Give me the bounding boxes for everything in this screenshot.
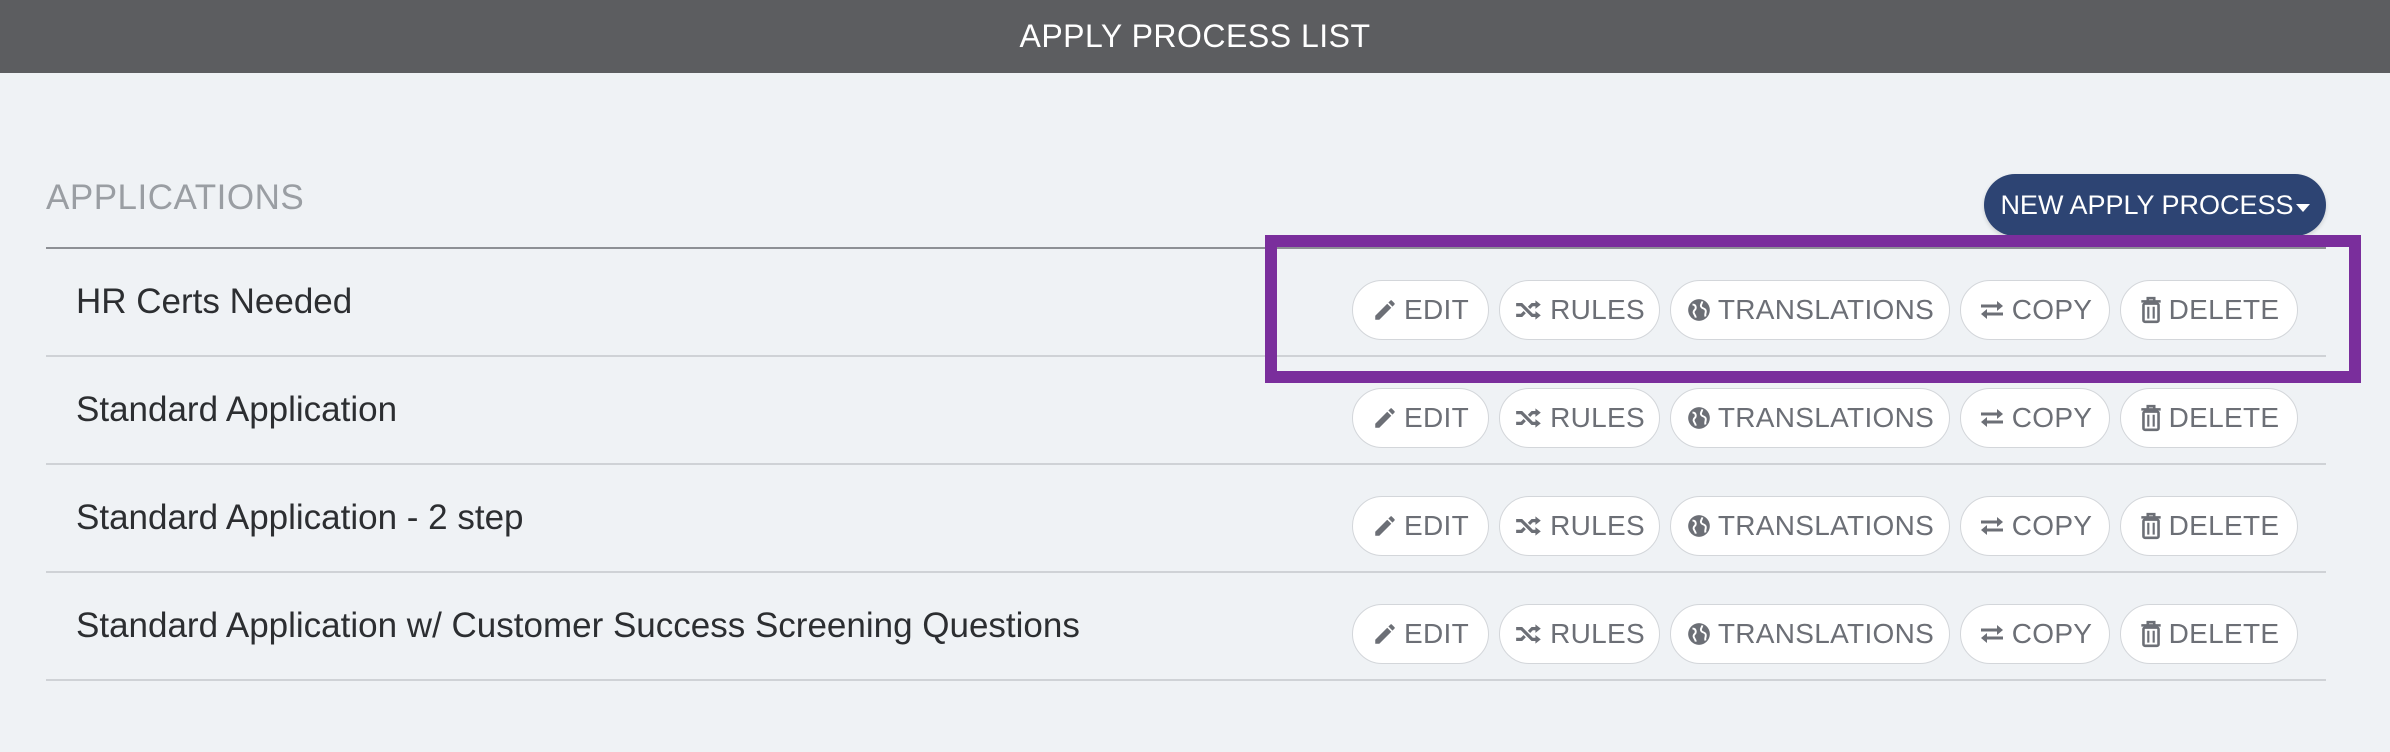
pencil-icon <box>1372 405 1398 431</box>
apply-process-name: Standard Application - 2 step <box>76 498 524 537</box>
delete-button[interactable]: DELETE <box>2120 604 2298 664</box>
globe-icon <box>1686 621 1712 647</box>
translations-button[interactable]: TRANSLATIONS <box>1670 280 1950 340</box>
copy-button[interactable]: COPY <box>1960 388 2110 448</box>
translations-label: TRANSLATIONS <box>1717 618 1935 649</box>
edit-button[interactable]: EDIT <box>1352 604 1489 664</box>
new-apply-process-label: NEW APPLY PROCESS <box>2000 189 2294 220</box>
edit-label: EDIT <box>1404 510 1469 541</box>
page-title: APPLY PROCESS LIST <box>1019 18 1371 54</box>
globe-icon <box>1686 513 1712 539</box>
list-item: Standard Application w/ Customer Success… <box>46 573 2326 681</box>
delete-label: DELETE <box>2168 510 2280 541</box>
rules-label: RULES <box>1550 294 1645 325</box>
swap-arrows-icon <box>1978 405 2006 431</box>
delete-button[interactable]: DELETE <box>2120 496 2298 556</box>
rules-label: RULES <box>1550 510 1645 541</box>
pencil-icon <box>1372 513 1398 539</box>
apply-process-name: HR Certs Needed <box>76 282 353 321</box>
rules-button[interactable]: RULES <box>1499 604 1660 664</box>
row-actions: EDIT RULES TRANSLATIONS COPY DELETE <box>1352 604 2298 664</box>
new-apply-process-button[interactable]: NEW APPLY PROCESS <box>1984 174 2326 236</box>
rules-button[interactable]: RULES <box>1499 388 1660 448</box>
row-actions: EDIT RULES TRANSLATIONS COPY DELETE <box>1352 280 2298 340</box>
edit-button[interactable]: EDIT <box>1352 496 1489 556</box>
edit-button[interactable]: EDIT <box>1352 388 1489 448</box>
delete-button[interactable]: DELETE <box>2120 280 2298 340</box>
delete-button[interactable]: DELETE <box>2120 388 2298 448</box>
swap-arrows-icon <box>1978 513 2006 539</box>
apply-process-name: Standard Application w/ Customer Success… <box>76 606 1080 645</box>
translations-label: TRANSLATIONS <box>1717 402 1935 433</box>
edit-button[interactable]: EDIT <box>1352 280 1489 340</box>
edit-label: EDIT <box>1404 402 1469 433</box>
shuffle-icon <box>1514 621 1544 647</box>
section-title: APPLICATIONS <box>46 178 305 217</box>
apply-process-name: Standard Application <box>76 390 398 429</box>
copy-label: COPY <box>2011 294 2093 325</box>
copy-button[interactable]: COPY <box>1960 496 2110 556</box>
trash-icon <box>2139 512 2163 540</box>
shuffle-icon <box>1514 405 1544 431</box>
delete-label: DELETE <box>2168 402 2280 433</box>
rules-button[interactable]: RULES <box>1499 496 1660 556</box>
pencil-icon <box>1372 297 1398 323</box>
globe-icon <box>1686 405 1712 431</box>
row-actions: EDIT RULES TRANSLATIONS COPY DELETE <box>1352 388 2298 448</box>
copy-button[interactable]: COPY <box>1960 280 2110 340</box>
list-item: HR Certs Needed EDIT RULES TRANSLATIONS <box>46 249 2326 357</box>
row-actions: EDIT RULES TRANSLATIONS COPY DELETE <box>1352 496 2298 556</box>
translations-label: TRANSLATIONS <box>1717 510 1935 541</box>
copy-label: COPY <box>2011 510 2093 541</box>
pencil-icon <box>1372 621 1398 647</box>
edit-label: EDIT <box>1404 294 1469 325</box>
apply-process-list: HR Certs Needed EDIT RULES TRANSLATIONS <box>46 249 2326 681</box>
list-item: Standard Application EDIT RULES TRANSLAT… <box>46 357 2326 465</box>
translations-button[interactable]: TRANSLATIONS <box>1670 604 1950 664</box>
delete-label: DELETE <box>2168 618 2280 649</box>
top-bar: APPLY PROCESS LIST <box>0 0 2390 73</box>
copy-button[interactable]: COPY <box>1960 604 2110 664</box>
list-item: Standard Application - 2 step EDIT RULES… <box>46 465 2326 573</box>
trash-icon <box>2139 620 2163 648</box>
swap-arrows-icon <box>1978 621 2006 647</box>
caret-down-icon <box>2295 204 2310 212</box>
translations-button[interactable]: TRANSLATIONS <box>1670 496 1950 556</box>
rules-button[interactable]: RULES <box>1499 280 1660 340</box>
rules-label: RULES <box>1550 618 1645 649</box>
trash-icon <box>2139 296 2163 324</box>
translations-label: TRANSLATIONS <box>1717 294 1935 325</box>
trash-icon <box>2139 404 2163 432</box>
delete-label: DELETE <box>2168 294 2280 325</box>
swap-arrows-icon <box>1978 297 2006 323</box>
globe-icon <box>1686 297 1712 323</box>
translations-button[interactable]: TRANSLATIONS <box>1670 388 1950 448</box>
edit-label: EDIT <box>1404 618 1469 649</box>
shuffle-icon <box>1514 297 1544 323</box>
copy-label: COPY <box>2011 402 2093 433</box>
copy-label: COPY <box>2011 618 2093 649</box>
shuffle-icon <box>1514 513 1544 539</box>
rules-label: RULES <box>1550 402 1645 433</box>
